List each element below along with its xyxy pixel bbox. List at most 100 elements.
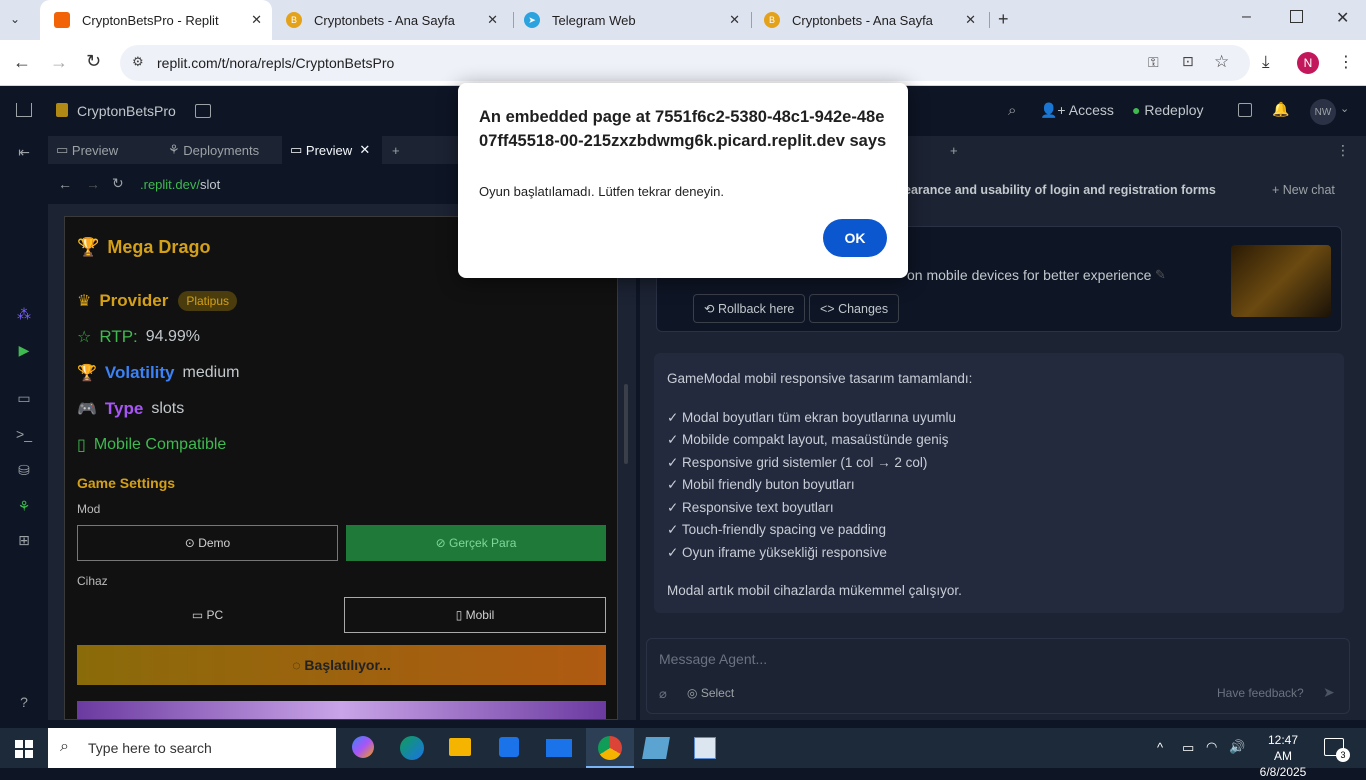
tab-label: Deployments [183,142,260,158]
attach-icon[interactable]: ⌀ [659,686,667,702]
help-icon[interactable]: ? [14,694,34,714]
browser-menu-icon[interactable]: ⋮ [1338,52,1354,72]
screenshot-thumbnail[interactable] [1231,245,1331,317]
tab-preview-2[interactable]: ▭ Preview ✕ [282,136,382,164]
user-menu-chevron-icon[interactable]: ⌄ [1340,102,1349,115]
install-app-icon[interactable]: ⊡ [1182,53,1194,70]
tab-search-icon[interactable]: ⌄ [10,12,20,26]
close-tab-icon[interactable]: ✕ [729,12,740,28]
run-icon[interactable]: ▶ [14,342,34,362]
agent-icon[interactable]: ⁂ [14,306,34,326]
close-tab-icon[interactable]: ✕ [965,12,976,28]
pane-menu-icon[interactable]: ⋮ [1336,142,1350,159]
provider-label: Provider [99,291,169,310]
volume-icon[interactable]: 🔊 [1229,739,1245,755]
forward-icon[interactable]: → [50,52,68,73]
url-text[interactable]: replit.com/t/nora/repls/CryptonBetsPro [157,55,394,71]
tab-deployments[interactable]: ⚘ Deployments [160,136,280,164]
message-input-box[interactable]: Message Agent... ⌀ ◎ Select Have feedbac… [646,638,1350,714]
close-tab-icon[interactable]: ✕ [359,142,370,158]
volatility-value: medium [182,364,240,381]
select-button[interactable]: ◎ Select [687,686,734,700]
edit-pencil-icon[interactable]: ✎ [1155,267,1166,283]
tab-replit[interactable]: CryptonBetsPro - Replit ✕ [40,0,272,40]
provider-row: ♛ Provider Platipus [77,291,238,311]
tab-preview-1[interactable]: ▭ Preview [48,136,158,164]
notepad-icon[interactable] [642,737,670,759]
mobile-button[interactable]: ▯ Mobil [344,597,606,633]
ok-button[interactable]: OK [823,219,887,257]
chrome-taskbar-button[interactable] [586,728,634,768]
new-tab-icon[interactable]: + [998,9,1009,30]
download-icon[interactable]: ⤓ [1262,52,1270,72]
send-icon[interactable]: ➤ [1323,684,1335,701]
shell-icon[interactable]: >_ [14,426,34,446]
reload-icon[interactable]: ↻ [86,51,101,72]
preview-url[interactable]: .replit.dev/slot [140,177,220,192]
paint-icon[interactable] [694,737,716,759]
message-line: Modal artık mobil cihazlarda mükemmel ça… [667,583,962,598]
profile-avatar[interactable]: N [1297,52,1319,74]
all-tools-icon[interactable]: ⊞ [14,532,34,552]
clock[interactable]: 12:47 AM 6/8/2025 [1258,732,1308,780]
forward-icon[interactable]: → [86,176,100,192]
copilot-icon[interactable] [352,736,374,758]
files-icon[interactable] [195,104,211,118]
layout-icon[interactable] [1238,103,1252,117]
tab-cryptonbets-1[interactable]: B Cryptonbets - Ana Sayfa ✕ [272,0,508,40]
add-tab-icon[interactable]: + [950,136,970,164]
search-placeholder[interactable]: Type here to search [88,740,212,756]
address-bar[interactable]: ⚙ replit.com/t/nora/repls/CryptonBetsPro… [120,45,1250,81]
redeploy-button[interactable]: ● Redeploy [1132,102,1204,118]
file-explorer-icon[interactable] [449,738,471,756]
message-input[interactable]: Message Agent... [659,651,767,667]
tray-overflow-chevron-icon[interactable]: ^ [1157,740,1163,755]
deployments-icon[interactable]: ⚘ [14,498,34,518]
webview-icon[interactable]: ▭ [14,390,34,410]
wifi-icon[interactable]: ◠ [1206,739,1217,755]
restore-icon[interactable] [1290,10,1303,23]
minimize-icon[interactable]: – [1242,8,1251,26]
database-icon[interactable]: ⛁ [14,462,34,482]
home-icon[interactable] [16,103,32,117]
bookmark-star-icon[interactable]: ☆ [1214,52,1229,72]
edge-icon[interactable] [400,736,424,760]
windows-start-icon[interactable] [15,740,33,758]
game-banner-image [77,701,606,719]
feedback-link[interactable]: Have feedback? [1217,686,1304,700]
new-chat-button[interactable]: + New chat [1272,183,1335,197]
sidebar-toggle-icon[interactable]: ⇤ [14,144,34,164]
store-icon[interactable] [499,737,519,757]
phone-icon: ▯ [77,437,86,454]
scrollbar[interactable] [624,384,628,464]
changes-button[interactable]: <> Changes [809,294,900,323]
telegram-favicon-icon: ➤ [524,12,540,28]
close-window-icon[interactable]: ✕ [1336,8,1349,28]
taskbar-search[interactable]: ⌕ Type here to search [48,728,336,768]
site-info-icon[interactable]: ⚙ [132,54,144,70]
mail-icon[interactable] [546,739,572,757]
search-icon[interactable]: ⌕ [1008,102,1016,119]
battery-icon[interactable]: ▭ [1182,740,1194,756]
message-line: ✓ Mobilde compakt layout, masaüstünde ge… [667,432,949,447]
rollback-button[interactable]: ⟲ Rollback here [693,294,806,323]
real-money-button[interactable]: ⊘ Gerçek Para [346,525,606,561]
tab-cryptonbets-2[interactable]: B Cryptonbets - Ana Sayfa ✕ [750,0,986,40]
start-game-button[interactable]: ◌ Başlatılıyor... [77,645,606,685]
notifications-bell-icon[interactable]: 🔔 [1272,101,1289,118]
volatility-row: 🏆 Volatility medium [77,363,239,383]
add-tab-icon[interactable]: + [392,136,412,164]
demo-button[interactable]: ⊙ Demo [77,525,338,561]
access-button[interactable]: 👤+ Access [1040,102,1114,119]
pc-button[interactable]: ▭ PC [77,597,338,633]
tab-telegram[interactable]: ➤ Telegram Web ✕ [510,0,750,40]
project-name[interactable]: CryptonBetsPro [77,103,176,119]
close-tab-icon[interactable]: ✕ [251,12,262,28]
message-line: ✓ Responsive text boyutları [667,500,834,515]
reload-icon[interactable]: ↻ [112,175,124,192]
password-key-icon[interactable]: ⚿ [1148,54,1159,71]
back-icon[interactable]: ← [13,52,31,73]
back-icon[interactable]: ← [58,176,72,192]
close-tab-icon[interactable]: ✕ [487,12,498,28]
user-avatar[interactable]: NW [1310,99,1336,125]
